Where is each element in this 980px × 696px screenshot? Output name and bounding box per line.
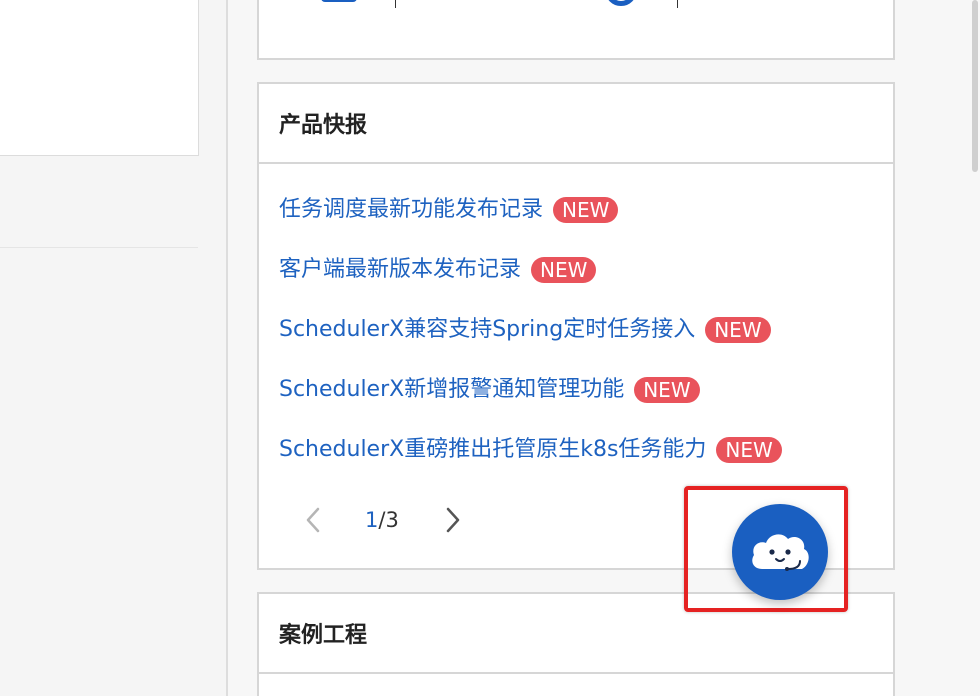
news-pagination: 1/3: [299, 502, 467, 538]
list-item: 客户端最新版本发布记录 NEW: [279, 256, 782, 316]
new-badge: NEW: [634, 377, 700, 403]
product-news-title: 产品快报: [259, 84, 893, 164]
chevron-right-icon: [446, 507, 460, 533]
stats-card: [257, 0, 895, 60]
divider: [0, 247, 198, 248]
total-pages: /3: [378, 508, 399, 532]
stat-number-glyph: [605, 0, 637, 6]
list-item: SchedulerX兼容支持Spring定时任务接入 NEW: [279, 316, 782, 376]
stat-separator: [395, 0, 396, 8]
chevron-left-icon: [306, 507, 320, 533]
stat-number-glyph: [321, 0, 357, 2]
new-badge: NEW: [705, 317, 771, 343]
right-sidebar: 产品快报 任务调度最新功能发布记录 NEW 客户端最新版本发布记录 NEW Sc…: [228, 0, 970, 696]
current-page: 1: [365, 508, 379, 532]
next-page-button[interactable]: [439, 502, 467, 538]
news-link[interactable]: SchedulerX重磅推出托管原生k8s任务能力: [279, 436, 706, 464]
main-content-column: [0, 0, 228, 696]
new-badge: NEW: [553, 197, 619, 223]
stat-separator: [677, 0, 678, 8]
news-link[interactable]: SchedulerX新增报警通知管理功能: [279, 376, 624, 404]
page-indicator: 1/3: [365, 508, 399, 532]
new-badge: NEW: [531, 257, 597, 283]
console-page: 产品快报 任务调度最新功能发布记录 NEW 客户端最新版本发布记录 NEW Sc…: [0, 0, 980, 696]
prev-page-button[interactable]: [299, 502, 327, 538]
news-list: 任务调度最新功能发布记录 NEW 客户端最新版本发布记录 NEW Schedul…: [279, 196, 782, 496]
page-scrollbar[interactable]: [970, 0, 980, 696]
cloud-assistant-icon: [752, 534, 809, 571]
scrollbar-thumb[interactable]: [972, 0, 978, 172]
list-item: 任务调度最新功能发布记录 NEW: [279, 196, 782, 256]
new-badge: NEW: [716, 437, 782, 463]
news-link[interactable]: 客户端最新版本发布记录: [279, 256, 521, 284]
list-item: SchedulerX新增报警通知管理功能 NEW: [279, 376, 782, 436]
news-link[interactable]: SchedulerX兼容支持Spring定时任务接入: [279, 316, 695, 344]
content-card: [0, 0, 199, 156]
news-link[interactable]: 任务调度最新功能发布记录: [279, 196, 543, 224]
assistant-button[interactable]: [732, 504, 828, 600]
